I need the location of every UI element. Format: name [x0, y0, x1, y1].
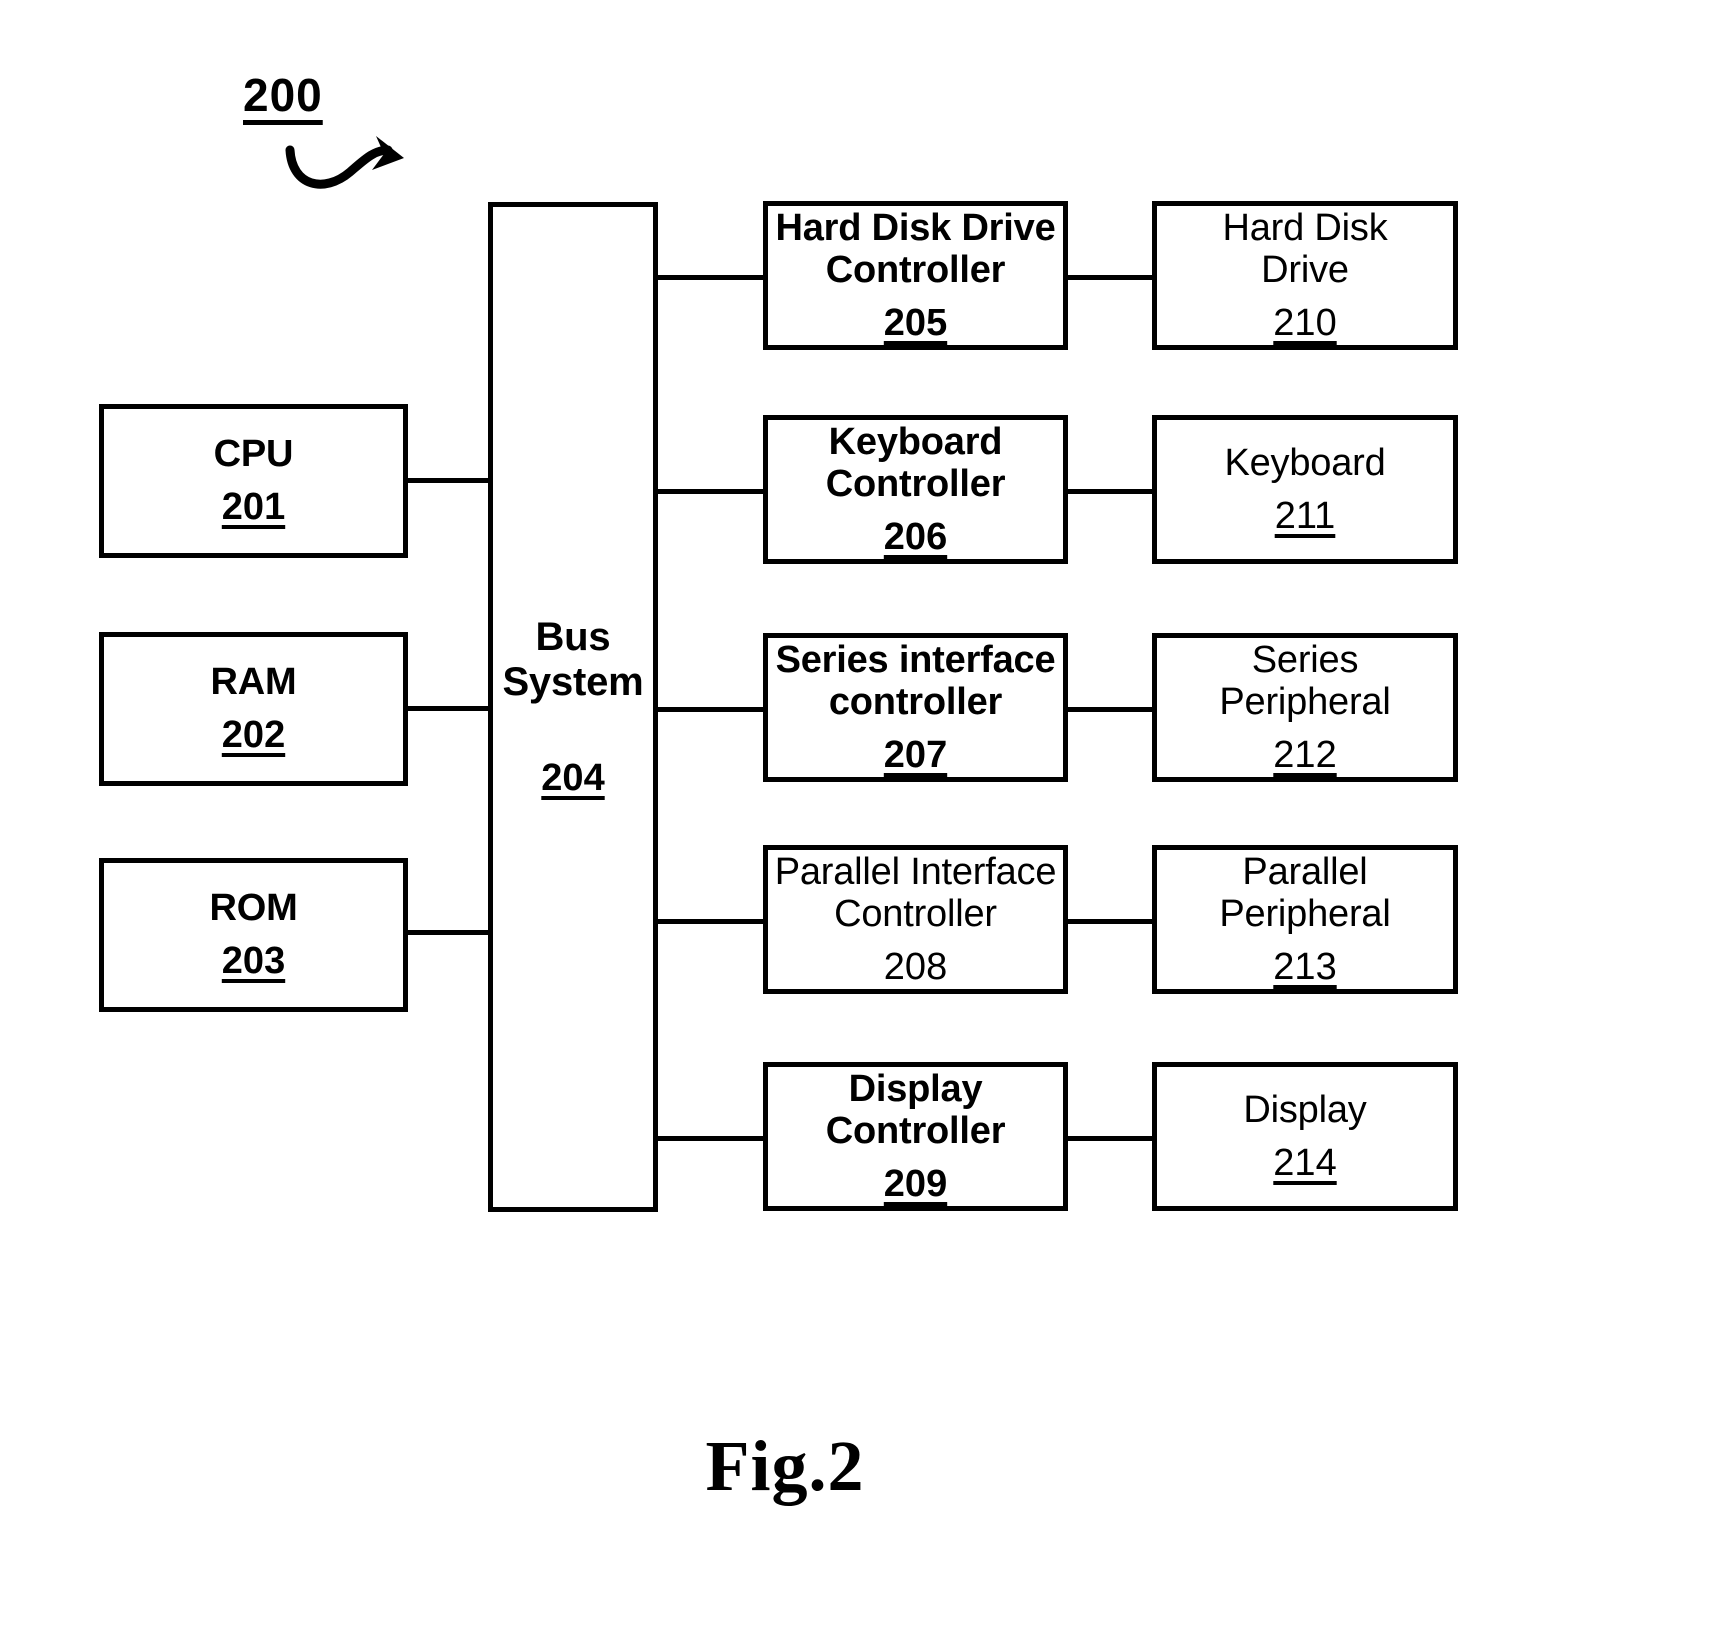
block-parallel-peripheral: Parallel Peripheral 213 [1152, 845, 1458, 994]
block-hard-disk-drive-controller-title: Hard Disk Drive Controller [775, 206, 1056, 292]
wire-bus-to-hdd-controller [655, 275, 765, 280]
block-bus-system-title: Bus System [502, 614, 644, 704]
wire-hdd-controller-to-hard-disk-drive [1065, 275, 1155, 280]
block-series-peripheral-refnum: 212 [1273, 733, 1337, 776]
wire-series-controller-to-series-peripheral [1065, 707, 1155, 712]
block-parallel-interface-controller: Parallel Interface Controller 208 [763, 845, 1068, 994]
block-cpu-title: CPU [213, 433, 294, 476]
wire-parallel-controller-to-parallel-peripheral [1065, 919, 1155, 924]
wire-bus-to-display-controller [655, 1136, 765, 1141]
block-ram: RAM 202 [99, 632, 408, 786]
block-display: Display 214 [1152, 1062, 1458, 1211]
figure-caption: Fig.2 [705, 1426, 865, 1506]
block-parallel-interface-controller-refnum: 208 [883, 945, 948, 988]
block-series-interface-controller-title: Series interface controller [775, 638, 1056, 724]
block-keyboard-title: Keyboard [1224, 441, 1386, 484]
block-display-refnum: 214 [1273, 1141, 1337, 1184]
block-hard-disk-drive-controller-refnum: 205 [883, 301, 948, 344]
block-ram-title: RAM [210, 661, 297, 704]
block-display-controller-title: Display Controller [825, 1067, 1006, 1153]
block-keyboard-controller-title: Keyboard Controller [825, 420, 1006, 506]
block-keyboard-controller-refnum: 206 [883, 515, 948, 558]
wire-ram-to-bus [405, 706, 493, 711]
block-parallel-peripheral-refnum: 213 [1273, 945, 1337, 988]
block-hard-disk-drive-controller: Hard Disk Drive Controller 205 [763, 201, 1068, 350]
block-rom-refnum: 203 [221, 940, 286, 982]
block-series-peripheral-title: Series Peripheral [1219, 638, 1391, 724]
block-parallel-peripheral-title: Parallel Peripheral [1219, 850, 1391, 936]
block-parallel-interface-controller-title: Parallel Interface Controller [774, 850, 1057, 936]
wire-rom-to-bus [405, 930, 493, 935]
block-bus-system: Bus System 204 [488, 202, 658, 1212]
block-hard-disk-drive-refnum: 210 [1273, 301, 1337, 344]
block-rom: ROM 203 [99, 858, 408, 1012]
block-series-interface-controller-refnum: 207 [883, 733, 948, 776]
block-display-controller-refnum: 209 [883, 1162, 948, 1205]
wire-keyboard-controller-to-keyboard [1065, 489, 1155, 494]
block-rom-title: ROM [209, 887, 298, 930]
block-hard-disk-drive: Hard Disk Drive 210 [1152, 201, 1458, 350]
block-bus-system-refnum: 204 [541, 756, 605, 799]
block-keyboard-controller: Keyboard Controller 206 [763, 415, 1068, 564]
block-cpu: CPU 201 [99, 404, 408, 558]
block-hard-disk-drive-title: Hard Disk Drive [1222, 206, 1388, 292]
block-series-peripheral: Series Peripheral 212 [1152, 633, 1458, 782]
wire-bus-to-parallel-controller [655, 919, 765, 924]
block-series-interface-controller: Series interface controller 207 [763, 633, 1068, 782]
wire-display-controller-to-display [1065, 1136, 1155, 1141]
figure-canvas: 200 CPU 201 RAM 202 ROM 203 Bus System 2… [0, 0, 1720, 1629]
block-display-title: Display [1243, 1088, 1367, 1131]
wire-bus-to-keyboard-controller [655, 489, 765, 494]
wire-bus-to-series-controller [655, 707, 765, 712]
block-keyboard-refnum: 211 [1274, 494, 1336, 537]
wire-cpu-to-bus [405, 478, 493, 483]
block-display-controller: Display Controller 209 [763, 1062, 1068, 1211]
block-keyboard: Keyboard 211 [1152, 415, 1458, 564]
curved-arrow-icon [285, 136, 404, 189]
block-cpu-refnum: 201 [221, 486, 286, 528]
figure-reference-number: 200 [243, 69, 323, 121]
block-ram-refnum: 202 [221, 714, 286, 756]
